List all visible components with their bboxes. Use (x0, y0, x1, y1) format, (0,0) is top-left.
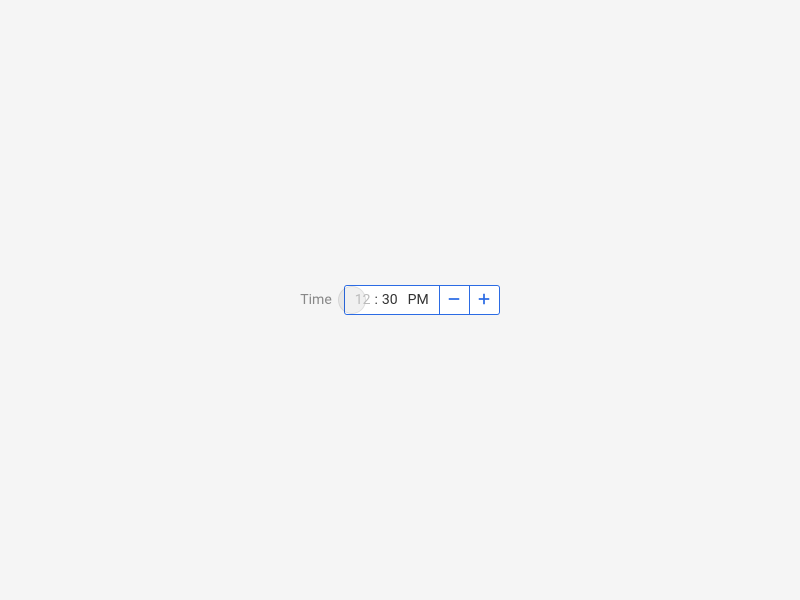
minus-icon (447, 292, 461, 309)
plus-icon (477, 292, 491, 309)
decrement-button[interactable] (440, 285, 470, 315)
time-input[interactable]: 12 : 30 PM (344, 285, 440, 315)
period-segment[interactable]: PM (408, 292, 429, 308)
time-separator: : (375, 292, 378, 308)
time-picker: Time 12 : 30 PM (300, 285, 499, 315)
time-label: Time (300, 292, 331, 308)
increment-button[interactable] (470, 285, 500, 315)
time-controls: 12 : 30 PM (344, 285, 500, 315)
minute-segment[interactable]: 30 (382, 292, 398, 308)
hour-segment[interactable]: 12 (355, 292, 371, 308)
